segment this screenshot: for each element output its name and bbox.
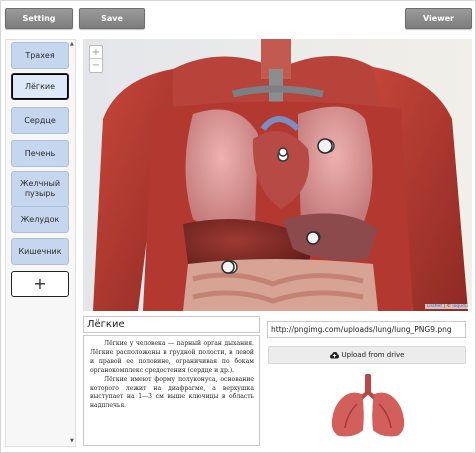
description-textarea[interactable]: Лёгкие у человека — парный орган дыхания… <box>83 335 260 446</box>
lungs-preview-image <box>331 374 405 437</box>
leaflet-link[interactable]: Leaflet <box>427 304 442 309</box>
anatomy-image <box>83 39 472 311</box>
scroll-down-icon[interactable]: ▼ <box>70 438 74 444</box>
description-paragraph: Лёгкие имеют форму полуконуса, основание… <box>90 375 254 410</box>
organ-sidebar: Трахея Лёгкие Сердце Печень Желчный пузы… <box>5 39 76 447</box>
sidebar-item-intestine[interactable]: Кишечник <box>11 238 69 265</box>
upload-from-drive-button[interactable]: Upload from drive <box>268 346 466 364</box>
sidebar-item-trachea[interactable]: Трахея <box>11 42 69 69</box>
upload-label: Upload from drive <box>341 351 405 359</box>
map-attribution: Leaflet | © loquitu <box>424 304 470 309</box>
sidebar-item-lungs[interactable]: Лёгкие <box>11 73 69 100</box>
zoom-in-button[interactable]: + <box>90 46 102 59</box>
sidebar-item-gallbladder[interactable]: Желчный пузырь <box>11 171 69 207</box>
sidebar-item-heart[interactable]: Сердце <box>11 107 69 134</box>
save-button[interactable]: Save <box>79 8 145 29</box>
zoom-control: + − <box>89 45 103 73</box>
setting-button[interactable]: Setting <box>5 8 73 29</box>
anatomy-map[interactable]: + − Leaflet | © loquitu <box>83 39 472 311</box>
sidebar-item-liver[interactable]: Печень <box>11 140 69 167</box>
sidebar-scrollbar[interactable]: ▲ ▼ <box>70 39 76 447</box>
attribution-separator: | © <box>442 304 453 309</box>
sidebar-item-stomach[interactable]: Желудок <box>11 206 69 233</box>
cloud-upload-icon <box>329 351 339 358</box>
viewer-button[interactable]: Viewer <box>405 8 472 29</box>
owner-link[interactable]: loquitu <box>452 304 468 309</box>
scroll-up-icon[interactable]: ▲ <box>70 41 74 47</box>
image-url-input[interactable]: http://pngimg.com/uploads/lung/lung_PNG9… <box>267 321 466 338</box>
add-item-button[interactable]: + <box>11 271 69 297</box>
description-paragraph: Лёгкие у человека — парный орган дыхания… <box>90 340 254 374</box>
app-window: Setting Save Viewer Трахея Лёгкие Сердце… <box>0 0 476 453</box>
title-input[interactable]: Лёгкие <box>83 316 260 333</box>
zoom-out-button[interactable]: − <box>90 59 102 72</box>
